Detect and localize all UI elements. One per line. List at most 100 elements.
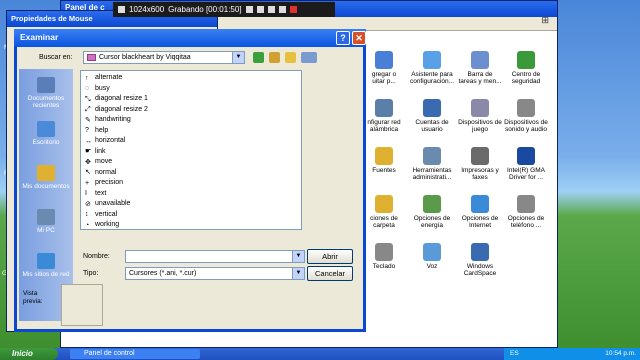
start-button[interactable]: Inicio <box>0 348 58 360</box>
applet-icon <box>375 99 393 117</box>
place-item[interactable]: Mis documentos <box>19 165 73 190</box>
file-list-item[interactable]: ◌ busy <box>85 84 110 94</box>
place-item[interactable]: Mis sitios de red <box>19 253 73 278</box>
control-panel-item[interactable]: Barra de tareas y men... <box>455 51 505 85</box>
file-name: move <box>95 158 113 165</box>
settings-icon[interactable] <box>278 6 286 13</box>
applet-icon <box>423 51 441 69</box>
language-indicator[interactable]: ES <box>510 350 519 357</box>
cursor-file-icon: ? <box>85 127 89 134</box>
place-item[interactable]: Mi PC <box>19 209 73 234</box>
control-panel-item[interactable]: Opciones de Internet <box>455 195 505 229</box>
control-panel-item[interactable]: Dispositivos de sonido y audio <box>501 99 551 133</box>
new-folder-icon[interactable] <box>285 52 296 63</box>
file-name: diagonal resize 1 <box>95 95 148 102</box>
applet-label: Cuentas de usuario <box>415 119 449 133</box>
applet-label: Opciones de teléfono ... <box>507 215 545 229</box>
file-type-select[interactable]: Cursores (*.ani, *.cur) ▼ <box>125 267 305 280</box>
cursor-file-icon: ✎ <box>85 116 91 124</box>
file-name: text <box>95 189 107 197</box>
file-name: help <box>95 126 109 134</box>
file-list-item[interactable]: ? help <box>85 126 108 136</box>
cursor-file-icon: ↑ <box>85 74 89 82</box>
control-panel-item[interactable]: Intel(R) GMA Driver for ... <box>501 147 551 181</box>
control-panel-item[interactable]: Cuentas de usuario <box>407 99 457 133</box>
file-list-item[interactable]: ↔ horizontal <box>85 136 125 146</box>
taskbar-item-control-panel[interactable]: Panel de control <box>70 349 200 359</box>
control-panel-item[interactable]: Windows CardSpace <box>455 243 505 277</box>
cursor-file-icon: ↔ <box>85 137 92 145</box>
file-list-item[interactable]: ↖ normal <box>85 168 116 178</box>
control-panel-item[interactable]: Voz <box>407 243 457 270</box>
file-list-item[interactable]: ↕ vertical <box>85 210 117 220</box>
place-item[interactable]: Documentos recientes <box>19 77 73 109</box>
file-name: handwriting <box>95 116 131 123</box>
applet-icon <box>517 195 535 213</box>
file-name: vertical <box>95 210 118 218</box>
applet-label: Barra de tareas y men... <box>458 71 502 85</box>
file-list-item[interactable]: ↑ alternate <box>85 73 122 83</box>
stop-record-icon[interactable] <box>289 6 297 13</box>
open-button[interactable]: Abrir <box>307 249 353 264</box>
control-panel-item[interactable]: Impresoras y faxes <box>455 147 505 181</box>
applet-icon <box>471 51 489 69</box>
control-panel-item[interactable]: Opciones de teléfono ... <box>501 195 551 229</box>
file-name: precision <box>95 179 124 186</box>
chevron-down-icon[interactable]: ▼ <box>232 52 244 63</box>
look-in-label: Buscar en: <box>39 54 73 61</box>
control-panel-item[interactable]: Asistente para configuración... <box>407 51 457 85</box>
file-list-item[interactable]: ⤢ diagonal resize 2 <box>85 105 148 115</box>
control-panel-item[interactable]: ciones de carpeta <box>359 195 409 229</box>
applet-label: Asistente para configuración... <box>409 71 455 85</box>
place-item[interactable]: Escritorio <box>19 121 73 146</box>
file-list-item[interactable]: ✎ handwriting <box>85 115 131 125</box>
cursor-file-icon: ⤡ <box>85 95 91 103</box>
place-label: Escritorio <box>32 139 60 146</box>
look-in-combo[interactable]: Cursor blackheart by Viqqitaa ▼ <box>83 51 245 64</box>
cursor-file-icon: ◔ <box>85 221 90 229</box>
up-folder-icon[interactable] <box>269 52 280 63</box>
control-panel-item[interactable]: Dispositivos de juego <box>455 99 505 133</box>
view-menu-icon[interactable] <box>301 52 317 63</box>
file-list-item[interactable]: + precision <box>85 178 123 188</box>
recorder-toolbar[interactable]: 1024x600 Grabando [00:01:50] <box>113 2 335 17</box>
camera-icon[interactable] <box>118 6 125 13</box>
applet-icon <box>471 195 489 213</box>
control-panel-item[interactable]: Fuentes <box>359 147 409 174</box>
name-field[interactable]: ▼ <box>125 250 305 263</box>
applet-icon <box>423 243 441 261</box>
file-name: unavailable <box>95 200 131 207</box>
file-list-item[interactable]: ◔ working <box>85 220 119 230</box>
file-list[interactable]: ↑ alternate ◌ busy ⤡ diagonal resize 1 ⤢ diagon… <box>80 70 302 230</box>
control-panel-item[interactable]: Centro de seguridad <box>501 51 551 85</box>
control-panel-item[interactable]: gregar o uitar p... <box>359 51 409 85</box>
windows-flag-icon: ⊞ <box>541 15 549 25</box>
chevron-down-icon[interactable]: ▼ <box>292 268 304 279</box>
control-panel-item[interactable]: nfigurar red alámbrica <box>359 99 409 133</box>
file-type-value: Cursores (*.ani, *.cur) <box>129 270 197 277</box>
screenshot-icon[interactable] <box>256 6 264 13</box>
chevron-down-icon[interactable]: ▼ <box>292 251 304 262</box>
file-list-item[interactable]: ⊘ unavailable <box>85 199 130 209</box>
cancel-button[interactable]: Cancelar <box>307 266 353 281</box>
back-icon[interactable] <box>253 52 264 63</box>
applet-label: Teclado <box>372 263 396 270</box>
close-button[interactable]: ✕ <box>352 31 366 45</box>
file-list-item[interactable]: ✥ move <box>85 157 112 167</box>
file-list-item[interactable]: ☛ link <box>85 147 106 157</box>
help-button[interactable]: ? <box>336 31 350 45</box>
applet-label: Intel(R) GMA Driver for ... <box>507 167 545 181</box>
control-panel-item[interactable]: Herramientas administrati... <box>407 147 457 181</box>
pen-icon[interactable] <box>267 6 275 13</box>
file-list-item[interactable]: Itext <box>85 189 106 199</box>
control-panel-item[interactable]: Opciones de energía <box>407 195 457 229</box>
place-icon <box>37 253 55 269</box>
file-list-item[interactable]: ⤡ diagonal resize 1 <box>85 94 148 104</box>
cursor-file-icon: + <box>85 179 90 187</box>
preview-area: Vista previa: <box>19 284 103 326</box>
applet-icon <box>471 243 489 261</box>
cursor-file-icon: ✥ <box>85 158 91 166</box>
file-name: normal <box>95 168 117 176</box>
control-panel-item[interactable]: Teclado <box>359 243 409 270</box>
pause-icon[interactable] <box>245 6 253 13</box>
